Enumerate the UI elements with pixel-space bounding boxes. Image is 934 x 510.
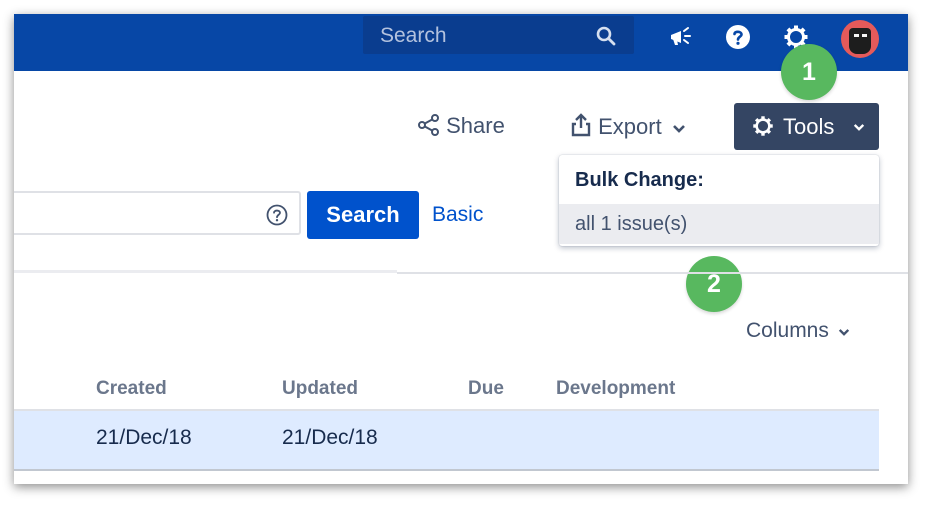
column-header-development[interactable]: Development <box>556 378 675 400</box>
bulk-change-heading: Bulk Change: <box>575 169 704 191</box>
search-button[interactable]: Search <box>307 191 419 239</box>
table-row-divider <box>14 469 879 471</box>
column-header-created[interactable]: Created <box>96 378 167 400</box>
chevron-down-icon <box>838 329 849 336</box>
search-placeholder: Search <box>380 24 447 47</box>
global-search-input[interactable]: Search <box>363 16 634 54</box>
divider <box>397 272 908 274</box>
columns-button[interactable]: Columns <box>746 319 850 343</box>
column-header-updated[interactable]: Updated <box>282 378 358 400</box>
share-label: Share <box>446 113 505 138</box>
column-header-due[interactable]: Due <box>468 378 504 400</box>
share-icon <box>418 114 439 136</box>
annotation-badge-1: 1 <box>781 44 837 100</box>
app-window: Search 1 Share Export Tools Bulk Change:… <box>14 14 908 484</box>
chevron-down-icon <box>672 125 685 133</box>
tools-button[interactable]: Tools <box>734 103 879 150</box>
megaphone-icon[interactable] <box>668 24 694 55</box>
avatar-mask <box>849 28 871 54</box>
help-icon[interactable] <box>725 24 751 55</box>
basic-mode-link[interactable]: Basic <box>432 203 483 227</box>
jql-query-input[interactable] <box>14 191 301 235</box>
divider <box>14 270 397 273</box>
share-button[interactable]: Share <box>418 113 505 139</box>
annotation-badge-2: 2 <box>686 256 742 312</box>
tools-dropdown-menu: Bulk Change: all 1 issue(s) <box>559 155 879 246</box>
cell-updated: 21/Dec/18 <box>282 426 378 449</box>
search-icon[interactable] <box>596 26 616 51</box>
chevron-down-icon <box>853 124 865 131</box>
bulk-change-all-issues-item[interactable]: all 1 issue(s) <box>559 204 879 244</box>
tools-label: Tools <box>783 114 835 139</box>
export-icon <box>571 113 591 137</box>
menu-item-label: all 1 issue(s) <box>575 213 688 235</box>
columns-label: Columns <box>746 319 829 342</box>
avatar[interactable] <box>841 20 879 58</box>
export-label: Export <box>598 114 662 139</box>
syntax-help-icon[interactable] <box>266 204 288 231</box>
export-button[interactable]: Export <box>570 113 686 140</box>
top-navigation-bar: Search <box>14 14 908 71</box>
gear-icon <box>753 116 773 136</box>
cell-created: 21/Dec/18 <box>96 426 192 449</box>
